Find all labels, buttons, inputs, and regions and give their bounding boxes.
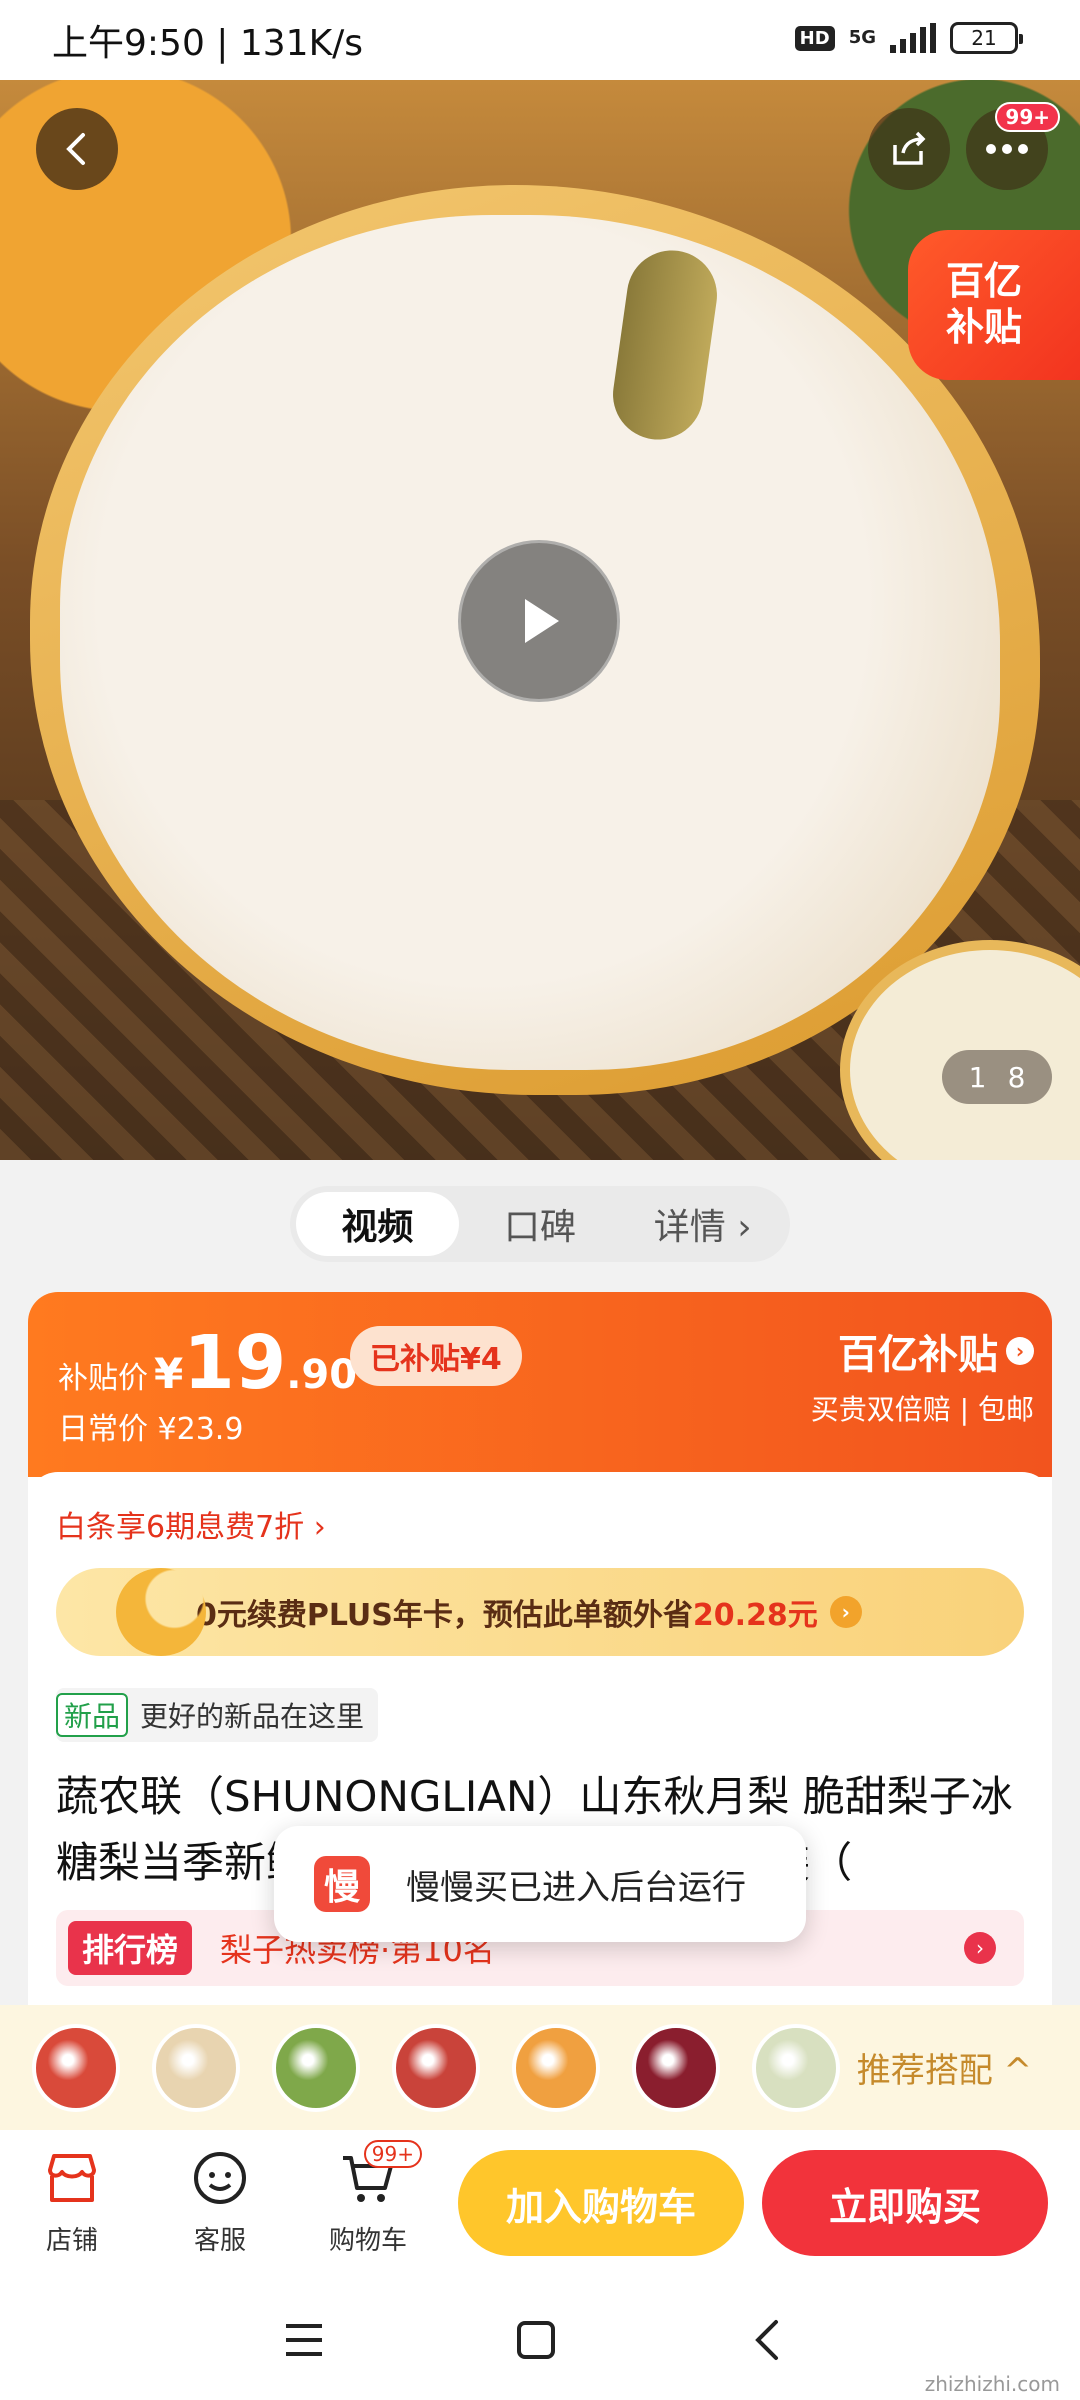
daily-price: 日常价 ¥23.9 xyxy=(58,1412,244,1447)
plus-text: 0元续费PLUS年卡，预估此单额外省 xyxy=(196,1598,693,1633)
product-detail-body: 白条享6期息费7折 › 0元续费PLUS年卡，预估此单额外省 20.28元 › … xyxy=(28,1472,1052,2032)
hd-icon: HD xyxy=(794,25,835,51)
play-icon xyxy=(525,599,559,643)
home-square-icon[interactable] xyxy=(504,2308,568,2372)
share-icon xyxy=(893,131,926,165)
subsidy-corner-tag: 百亿 补贴 xyxy=(908,230,1080,380)
add-to-cart-button[interactable]: 加入购物车 xyxy=(458,2150,744,2256)
subsidized-amount-chip: 已补贴¥4 xyxy=(350,1326,522,1386)
watermark: zhizhizhi.com xyxy=(924,2372,1060,2396)
buy-now-button[interactable]: 立即购买 xyxy=(762,2150,1048,2256)
ranking-tag: 排行榜 xyxy=(68,1921,193,1975)
system-navigation-bar: zhizhizhi.com xyxy=(0,2280,1080,2400)
subsidy-tag-line2: 补贴 xyxy=(946,305,1023,349)
more-dots-icon xyxy=(986,144,1028,154)
nav-shop[interactable]: 店铺 xyxy=(22,2146,122,2257)
plus-savings: 20.28元 xyxy=(692,1598,818,1633)
pager-current: 1 xyxy=(968,1060,987,1094)
subsidy-brand-name: 百亿补贴 xyxy=(838,1332,998,1378)
new-product-tag[interactable]: 新品 更好的新品在这里 xyxy=(56,1688,379,1742)
recommend-thumbnail[interactable] xyxy=(392,2023,480,2112)
video-play-button[interactable] xyxy=(458,540,620,702)
customer-service-icon xyxy=(188,2146,252,2210)
app-logo-icon: 慢 xyxy=(314,1856,370,1912)
message-count-badge: 99+ xyxy=(995,102,1060,132)
image-pager: 1 8 xyxy=(942,1050,1052,1104)
network-5g-label: 5G xyxy=(848,27,876,48)
nav-cart[interactable]: 99+ 购物车 xyxy=(318,2140,422,2257)
tab-video[interactable]: 视频 xyxy=(296,1192,459,1256)
toast-message: 慢慢买已进入后台运行 xyxy=(406,1867,746,1908)
battery-icon: 21 xyxy=(950,22,1023,54)
subsidy-price: 补贴价 ¥ 19 .90 xyxy=(58,1320,357,1406)
guarantee-text: 买贵双倍赔 | 包邮 xyxy=(810,1393,1034,1426)
tab-details[interactable]: 详情 › xyxy=(621,1192,784,1256)
price-header: 补贴价 ¥ 19 .90 已补贴¥4 日常价 ¥23.9 百亿补贴 › 买贵双倍赔… xyxy=(28,1292,1052,1477)
menu-icon[interactable] xyxy=(272,2308,336,2372)
chevron-left-icon xyxy=(66,133,85,165)
signal-icon xyxy=(890,23,936,53)
subsidy-tag-line1: 百亿 xyxy=(946,259,1023,303)
system-back-icon[interactable] xyxy=(736,2308,800,2372)
recommend-label[interactable]: 推荐搭配 ^ xyxy=(857,2043,1032,2092)
installment-offer[interactable]: 白条享6期息费7折 › xyxy=(56,1502,326,1546)
status-bar: 上午9:50 | 131K/s HD 5G 21 xyxy=(0,0,1080,80)
price-decimal: .90 xyxy=(286,1352,358,1398)
recommend-thumbnail[interactable] xyxy=(32,2023,120,2112)
new-badge: 新品 xyxy=(56,1693,129,1737)
media-tabs: 视频 口碑 详情 › xyxy=(290,1186,790,1262)
cart-count-badge: 99+ xyxy=(363,2140,422,2168)
recommend-thumbnails xyxy=(32,2023,840,2112)
recommend-thumbnail[interactable] xyxy=(272,2023,360,2112)
shop-icon xyxy=(40,2146,104,2210)
chevron-right-icon: › xyxy=(964,1932,996,1964)
chevron-right-icon: › xyxy=(1006,1337,1034,1365)
share-button[interactable] xyxy=(868,108,950,190)
chevron-right-icon: › xyxy=(829,1596,862,1628)
tab-reviews[interactable]: 口碑 xyxy=(459,1192,622,1256)
recommend-thumbnail[interactable] xyxy=(632,2023,720,2112)
recommend-bundle-strip[interactable]: 推荐搭配 ^ xyxy=(0,2005,1080,2130)
back-button[interactable] xyxy=(36,108,118,190)
plus-membership-banner[interactable]: 0元续费PLUS年卡，预估此单额外省 20.28元 › xyxy=(56,1568,1024,1656)
nav-cart-label: 购物车 xyxy=(328,2226,407,2256)
background-toast: 慢 慢慢买已进入后台运行 xyxy=(274,1826,806,1942)
status-icons: HD 5G 21 xyxy=(794,22,1023,54)
moon-decoration xyxy=(116,1568,206,1656)
recommend-thumbnail[interactable] xyxy=(152,2023,240,2112)
app-root: 上午9:50 | 131K/s HD 5G 21 99+ 百亿 补贴 1 8 视… xyxy=(0,0,1080,2400)
more-button[interactable]: 99+ xyxy=(966,102,1060,190)
subsidy-brand[interactable]: 百亿补贴 › 买贵双倍赔 | 包邮 xyxy=(811,1322,1034,1428)
bottom-action-bar: 店铺 客服 99+ 购物车 加入购物车 立即购买 xyxy=(0,2130,1080,2280)
nav-service-label: 客服 xyxy=(193,2226,246,2256)
pager-total: 8 xyxy=(1007,1060,1026,1094)
currency-symbol: ¥ xyxy=(154,1349,184,1398)
new-product-text: 更好的新品在这里 xyxy=(140,1700,365,1733)
nav-shop-label: 店铺 xyxy=(45,2226,98,2256)
recommend-thumbnail[interactable] xyxy=(512,2023,600,2112)
cart-icon: 99+ xyxy=(336,2140,422,2210)
product-hero-image[interactable]: 99+ 百亿 补贴 1 8 xyxy=(0,80,1080,1160)
price-integer: 19 xyxy=(183,1320,287,1406)
status-time: 上午9:50 | 131K/s xyxy=(52,23,364,64)
nav-service[interactable]: 客服 xyxy=(170,2146,270,2257)
recommend-thumbnail[interactable] xyxy=(752,2023,840,2112)
price-label: 补贴价 xyxy=(58,1361,148,1396)
